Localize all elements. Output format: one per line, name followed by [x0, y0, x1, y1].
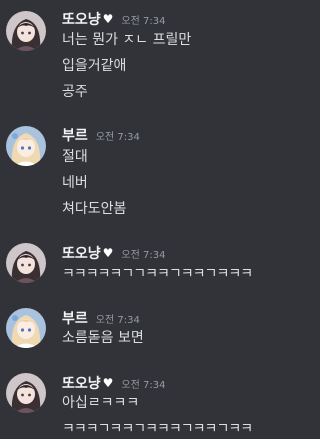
heart-icon: ♥ [102, 246, 114, 260]
heart-icon: ♥ [102, 376, 114, 390]
message-text: 아십ㄹㅋㅋㅋ [62, 395, 140, 411]
username[interactable]: 또오냥 [62, 243, 101, 263]
message-text: ㅋㅋㅋㄱㅋㅋㄱㅋㅋㅋㄱㅋㅋㄱㅋㅋ [62, 421, 253, 437]
timestamp[interactable]: 오전 7:34 [121, 12, 165, 27]
avatar[interactable] [6, 126, 46, 166]
avatar[interactable] [6, 373, 46, 413]
message-text: 쳐다도안봄 [62, 201, 127, 217]
message-text: 입을거같애 [62, 58, 127, 74]
avatar[interactable] [6, 11, 46, 51]
message-text: 너는 뭔가 ㅈㄴ 프릴만 [62, 32, 192, 48]
timestamp[interactable]: 오전 7:34 [96, 128, 140, 143]
timestamp[interactable]: 오전 7:34 [96, 311, 140, 326]
username[interactable]: 부르 [62, 125, 88, 145]
message-text: 절대 [62, 149, 88, 165]
timestamp[interactable]: 오전 7:34 [121, 246, 165, 261]
heart-icon: ♥ [102, 12, 114, 26]
avatar[interactable] [6, 308, 46, 348]
timestamp[interactable]: 오전 7:34 [121, 376, 165, 391]
message-text: 소름돋음 보면 [62, 330, 144, 346]
username[interactable]: 또오냥 [62, 373, 101, 393]
username[interactable]: 부르 [62, 308, 88, 328]
username[interactable]: 또오냥 [62, 9, 101, 29]
avatar[interactable] [6, 243, 46, 283]
message-text: 네버 [62, 175, 88, 191]
message-text: 공주 [62, 84, 88, 100]
message-text: ㅋㅋㅋㅋㅋㄱㄱㅋㅋㄱㅋㅋㄱㅋㅋㅋ [62, 266, 253, 282]
